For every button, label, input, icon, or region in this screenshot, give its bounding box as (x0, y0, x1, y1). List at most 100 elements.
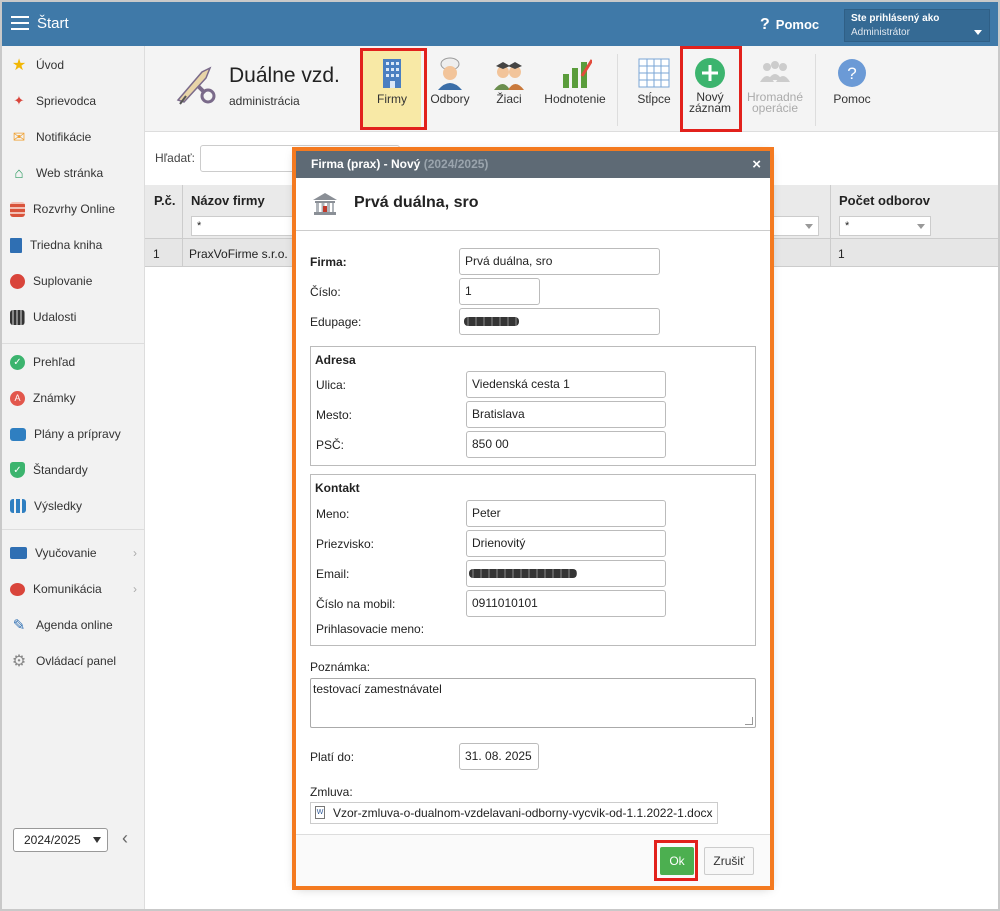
help-circle-icon: ? (838, 59, 866, 87)
sidebar-item-standardy[interactable]: ✓ Štandardy (2, 452, 145, 488)
column-divider (182, 185, 183, 267)
top-bar: Štart ? Pomoc Ste prihlásený ako Administ… (2, 2, 998, 46)
ok-button[interactable]: Ok (660, 847, 694, 875)
chevron-down-icon (805, 224, 813, 229)
word-document-icon: W (315, 806, 325, 819)
module-title: Duálne vzd. (229, 64, 340, 87)
mobil-input[interactable]: 0911010101 (466, 590, 666, 617)
col-header-count[interactable]: Počet odborov (839, 193, 930, 208)
dialog-header: Prvá duálna, sro (296, 178, 770, 231)
question-icon: ? (760, 16, 770, 33)
close-icon[interactable]: × (752, 151, 761, 178)
ulica-input[interactable]: Viedenská cesta 1 (466, 371, 666, 398)
tab-firmy[interactable]: Firmy (363, 50, 421, 128)
sidebar-item-komunikacia[interactable]: Komunikácia › (2, 571, 145, 607)
dialog-heading: Prvá duálna, sro (354, 194, 479, 211)
firm-dialog: Firma (prax) - Nový (2024/2025) × Prvá d… (296, 151, 770, 886)
chevron-down-icon (917, 224, 925, 229)
sidebar-item-agenda[interactable]: ✎ Agenda online (2, 607, 145, 643)
filter-name[interactable]: * (191, 216, 311, 236)
edupage-input[interactable] (459, 308, 660, 335)
sidebar-item-rozvrhy[interactable]: Rozvrhy Online (2, 191, 145, 227)
sidebar-item-ovladaci-panel[interactable]: ⚙ Ovládací panel (2, 643, 145, 679)
sidebar-item-znamky[interactable]: A Známky (2, 380, 145, 416)
grades-icon: A (10, 390, 25, 406)
firma-input[interactable]: Prvá duálna, sro (459, 248, 660, 275)
logged-in-label: Ste prihlásený ako (851, 13, 940, 24)
toolbar: Duálne vzd. administrácia Firmy Odbory Ž… (145, 46, 998, 132)
sidebar-item-notifikacie[interactable]: ✉ Notifikácie (2, 119, 145, 155)
priezvisko-input[interactable]: Drienovitý (466, 530, 666, 557)
year-select[interactable]: 2024/2025 (13, 828, 108, 852)
help-link[interactable]: ? Pomoc (760, 16, 819, 34)
email-label: Email: (316, 567, 350, 581)
help-button[interactable]: ? Pomoc (825, 50, 879, 128)
building-icon (383, 59, 401, 88)
envelope-icon: ✉ (12, 129, 26, 146)
redacted-text (469, 569, 577, 578)
dialog-title-bar: Firma (prax) - Nový (2024/2025) × (296, 151, 770, 178)
poznamka-textarea[interactable]: testovací zamestnávatel (310, 678, 756, 728)
filter-count[interactable]: * (839, 216, 931, 236)
mobil-label: Číslo na mobil: (316, 597, 396, 611)
star-icon: ★ (11, 57, 27, 74)
contact-legend: Kontakt (315, 481, 360, 495)
user-dropdown[interactable]: Ste prihlásený ako Administrátor (844, 9, 990, 42)
cell-pc: 1 (153, 247, 160, 261)
poznamka-label: Poznámka: (310, 660, 371, 674)
new-record-button[interactable]: Nový záznam (685, 50, 735, 128)
sidebar-item-web-stranka[interactable]: ⌂ Web stránka (2, 155, 145, 191)
chevron-right-icon: › (133, 546, 137, 560)
bulk-operations-button[interactable]: Hromadné operácie (741, 50, 809, 128)
start-title[interactable]: Štart (37, 15, 69, 32)
ulica-label: Ulica: (316, 378, 347, 392)
chevron-right-icon: › (133, 582, 137, 596)
col-header-pc[interactable]: P.č. (154, 193, 175, 208)
module-subtitle: administrácia (229, 94, 300, 108)
email-input[interactable] (466, 560, 666, 587)
sidebar-item-prehlad[interactable]: ✓ Prehľad (2, 344, 145, 380)
psc-label: PSČ: (316, 438, 345, 452)
open-book-icon (10, 547, 27, 559)
sidebar-item-udalosti[interactable]: Udalosti (2, 299, 145, 335)
quill-wrench-logo-icon (176, 66, 216, 105)
sidebar-item-suplovanie[interactable]: Suplovanie (2, 263, 145, 299)
tab-ziaci[interactable]: Žiaci (481, 50, 537, 128)
menu-icon[interactable] (11, 16, 29, 30)
col-header-name[interactable]: Názov firmy (191, 193, 265, 208)
students-icon (494, 62, 524, 90)
tab-hodnotenie[interactable]: Hodnotenie (540, 50, 610, 128)
sidebar-item-vyucovanie[interactable]: Vyučovanie › (2, 535, 145, 571)
collapse-sidebar-icon[interactable]: ‹ (122, 828, 128, 849)
bank-building-icon (313, 193, 337, 215)
cislo-input[interactable]: 1 (459, 278, 540, 305)
toolbar-divider (815, 54, 816, 126)
sidebar-item-triedna-kniha[interactable]: Triedna kniha (2, 227, 145, 263)
sidebar-item-uvod[interactable]: ★ Úvod (2, 47, 145, 83)
user-role: Administrátor (851, 27, 910, 38)
priezvisko-label: Priezvisko: (316, 537, 375, 551)
dialog-footer: Ok Zrušiť (296, 834, 770, 886)
contract-file-link[interactable]: W Vzor-zmluva-o-dualnom-vzdelavani-odbor… (310, 802, 718, 824)
sidebar-item-plany[interactable]: Plány a prípravy (2, 416, 145, 452)
cancel-button[interactable]: Zrušiť (704, 847, 754, 875)
mesto-input[interactable]: Bratislava (466, 401, 666, 428)
tab-odbory[interactable]: Odbory (425, 50, 475, 128)
sidebar-item-sprievodca[interactable]: ✦ Sprievodca (2, 83, 145, 119)
sidebar-item-vysledky[interactable]: Výsledky (2, 488, 145, 524)
plus-circle-icon (695, 58, 725, 88)
plati-date-input[interactable]: 31. 08. 2025 (459, 743, 539, 770)
zmluva-label: Zmluva: (310, 785, 353, 799)
chevron-down-icon (974, 30, 982, 35)
meno-input[interactable]: Peter (466, 500, 666, 527)
home-icon: ⌂ (14, 164, 24, 182)
psc-input[interactable]: 850 00 (466, 431, 666, 458)
meno-label: Meno: (316, 507, 350, 521)
chef-person-icon (438, 57, 462, 90)
redacted-text (464, 317, 519, 326)
wand-icon: ✦ (13, 93, 25, 108)
resize-handle-icon[interactable] (745, 717, 753, 725)
sidebar-divider (2, 529, 145, 530)
shield-check-icon: ✓ (10, 462, 25, 478)
columns-button[interactable]: Stĺpce (629, 50, 679, 128)
